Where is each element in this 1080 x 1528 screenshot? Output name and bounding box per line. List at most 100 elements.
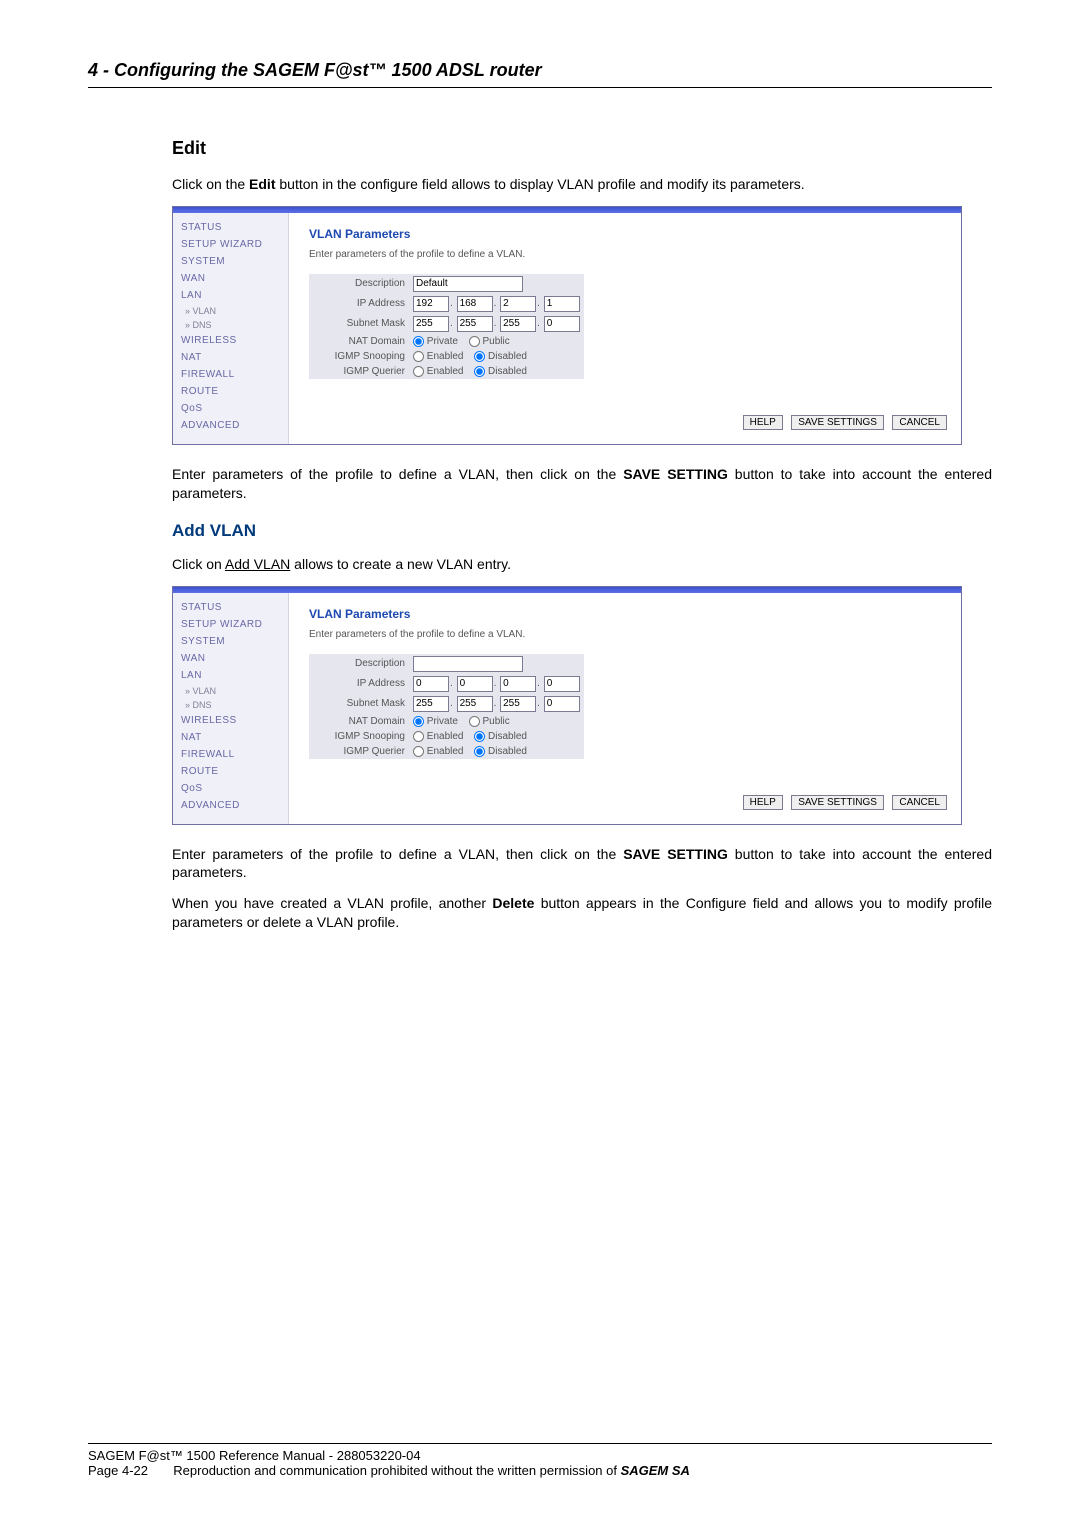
text-bold: Edit <box>249 176 275 192</box>
sidebar-item-wan[interactable]: WAN <box>173 270 288 287</box>
nat-public-radio[interactable] <box>469 716 480 727</box>
sidebar-item-system[interactable]: SYSTEM <box>173 253 288 270</box>
text: Click on <box>172 556 225 572</box>
sidebar-item-status[interactable]: STATUS <box>173 219 288 236</box>
sidebar-item-setup-wizard[interactable]: SETUP WIZARD <box>173 236 288 253</box>
radio-label-enabled: Enabled <box>427 731 464 742</box>
sidebar-item-firewall[interactable]: FIREWALL <box>173 746 288 763</box>
mask-octet-4[interactable] <box>544 316 580 332</box>
radio-label-public: Public <box>482 336 509 347</box>
sidebar-item-setup-wizard[interactable]: SETUP WIZARD <box>173 616 288 633</box>
sidebar-subitem-vlan[interactable]: » VLAN <box>173 304 288 318</box>
radio-label-private: Private <box>427 716 458 727</box>
help-button[interactable]: HELP <box>743 795 783 810</box>
nat-private-radio[interactable] <box>413 716 424 727</box>
mask-octet-4[interactable] <box>544 696 580 712</box>
sidebar-item-wireless[interactable]: WIRELESS <box>173 332 288 349</box>
title-rule <box>88 87 992 88</box>
description-input[interactable] <box>413 656 523 672</box>
sidebar-item-firewall[interactable]: FIREWALL <box>173 366 288 383</box>
panel-title: VLAN Parameters <box>309 227 947 241</box>
label-ip: IP Address <box>309 294 409 314</box>
panel: VLAN Parameters Enter parameters of the … <box>289 593 961 824</box>
label-mask: Subnet Mask <box>309 314 409 334</box>
screenshot-edit: STATUS SETUP WIZARD SYSTEM WAN LAN » VLA… <box>172 206 962 445</box>
mask-octet-1[interactable] <box>413 316 449 332</box>
sidebar-item-qos[interactable]: QoS <box>173 400 288 417</box>
mask-octet-2[interactable] <box>457 696 493 712</box>
ip-octet-3[interactable] <box>500 676 536 692</box>
sidebar: STATUS SETUP WIZARD SYSTEM WAN LAN » VLA… <box>173 593 289 824</box>
sidebar-item-nat[interactable]: NAT <box>173 729 288 746</box>
sidebar: STATUS SETUP WIZARD SYSTEM WAN LAN » VLA… <box>173 213 289 444</box>
mask-octet-3[interactable] <box>500 696 536 712</box>
sidebar-item-wireless[interactable]: WIRELESS <box>173 712 288 729</box>
sidebar-item-advanced[interactable]: ADVANCED <box>173 417 288 434</box>
sidebar-item-lan[interactable]: LAN <box>173 667 288 684</box>
ip-octet-1[interactable] <box>413 676 449 692</box>
shot-body: STATUS SETUP WIZARD SYSTEM WAN LAN » VLA… <box>173 593 961 824</box>
page-number: Page 4-22 <box>88 1463 148 1478</box>
dot: . <box>493 698 498 709</box>
querier-enabled-radio[interactable] <box>413 746 424 757</box>
dot: . <box>449 698 454 709</box>
panel: VLAN Parameters Enter parameters of the … <box>289 213 961 444</box>
text: When you have created a VLAN profile, an… <box>172 895 492 911</box>
sidebar-item-route[interactable]: ROUTE <box>173 383 288 400</box>
nat-private-radio[interactable] <box>413 336 424 347</box>
sidebar-item-nat[interactable]: NAT <box>173 349 288 366</box>
sidebar-item-wan[interactable]: WAN <box>173 650 288 667</box>
cancel-button[interactable]: CANCEL <box>892 795 947 810</box>
ip-octet-4[interactable] <box>544 296 580 312</box>
sidebar-subitem-dns[interactable]: » DNS <box>173 318 288 332</box>
sidebar-item-route[interactable]: ROUTE <box>173 763 288 780</box>
snoop-disabled-radio[interactable] <box>474 351 485 362</box>
ip-octet-2[interactable] <box>457 676 493 692</box>
label-querier: IGMP Querier <box>309 744 409 759</box>
sidebar-subitem-vlan[interactable]: » VLAN <box>173 684 288 698</box>
save-settings-button[interactable]: SAVE SETTINGS <box>791 415 884 430</box>
ip-octet-3[interactable] <box>500 296 536 312</box>
description-input[interactable] <box>413 276 523 292</box>
edit-after: Enter parameters of the profile to defin… <box>172 465 992 503</box>
label-mask: Subnet Mask <box>309 694 409 714</box>
radio-label-private: Private <box>427 336 458 347</box>
sidebar-subitem-dns[interactable]: » DNS <box>173 698 288 712</box>
text: button in the configure field allows to … <box>276 176 805 192</box>
brand-sagem: SAGEM SA <box>621 1463 690 1478</box>
save-settings-button[interactable]: SAVE SETTINGS <box>791 795 884 810</box>
button-row: HELP SAVE SETTINGS CANCEL <box>739 792 947 810</box>
dot: . <box>449 318 454 329</box>
querier-disabled-radio[interactable] <box>474 366 485 377</box>
radio-label-disabled: Disabled <box>488 731 527 742</box>
text-bold: SAVE SETTING <box>623 846 728 862</box>
sidebar-item-system[interactable]: SYSTEM <box>173 633 288 650</box>
sidebar-item-advanced[interactable]: ADVANCED <box>173 797 288 814</box>
ip-octet-1[interactable] <box>413 296 449 312</box>
help-button[interactable]: HELP <box>743 415 783 430</box>
cancel-button[interactable]: CANCEL <box>892 415 947 430</box>
snoop-enabled-radio[interactable] <box>413 731 424 742</box>
page: 4 - Configuring the SAGEM F@st™ 1500 ADS… <box>0 0 1080 1528</box>
text-bold: SAVE SETTING <box>623 466 728 482</box>
snoop-disabled-radio[interactable] <box>474 731 485 742</box>
dot: . <box>536 698 541 709</box>
querier-disabled-radio[interactable] <box>474 746 485 757</box>
text: Click on the <box>172 176 249 192</box>
panel-desc: Enter parameters of the profile to defin… <box>309 629 947 640</box>
mask-octet-3[interactable] <box>500 316 536 332</box>
radio-label-enabled: Enabled <box>427 746 464 757</box>
radio-label-enabled: Enabled <box>427 366 464 377</box>
label-nat: NAT Domain <box>309 714 409 729</box>
mask-octet-2[interactable] <box>457 316 493 332</box>
sidebar-item-qos[interactable]: QoS <box>173 780 288 797</box>
nat-public-radio[interactable] <box>469 336 480 347</box>
label-nat: NAT Domain <box>309 334 409 349</box>
ip-octet-2[interactable] <box>457 296 493 312</box>
sidebar-item-lan[interactable]: LAN <box>173 287 288 304</box>
ip-octet-4[interactable] <box>544 676 580 692</box>
mask-octet-1[interactable] <box>413 696 449 712</box>
snoop-enabled-radio[interactable] <box>413 351 424 362</box>
sidebar-item-status[interactable]: STATUS <box>173 599 288 616</box>
querier-enabled-radio[interactable] <box>413 366 424 377</box>
